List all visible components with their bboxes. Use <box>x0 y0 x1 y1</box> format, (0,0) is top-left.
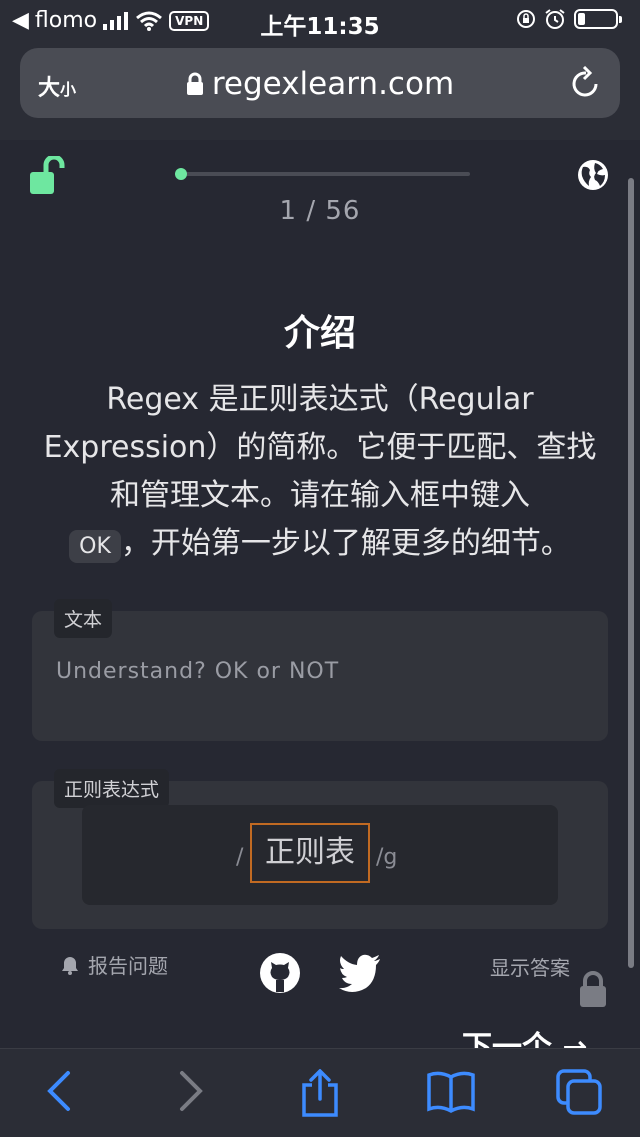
back-arrow-icon[interactable] <box>44 1069 74 1113</box>
regex-flags[interactable]: /g <box>376 845 397 870</box>
regex-editor[interactable]: / 正则表 /g <box>82 805 558 905</box>
lock-icon <box>580 971 606 1007</box>
rotation-lock-icon <box>517 10 535 28</box>
battery-icon <box>574 9 622 29</box>
reload-icon[interactable] <box>570 66 602 100</box>
report-issue-label: 报告问题 <box>88 954 168 978</box>
unlock-icon <box>30 156 65 194</box>
status-right <box>516 8 622 30</box>
progress-count: 1 / 56 <box>279 196 361 226</box>
bookmarks-icon[interactable] <box>426 1069 476 1113</box>
url-text: regexlearn.com <box>211 66 455 102</box>
secure-lock-icon <box>186 72 203 95</box>
lesson-title: 介绍 <box>283 313 356 354</box>
next-lesson-button[interactable]: 下一个 → <box>462 1028 588 1048</box>
lesson-footer: 报告问题 显示答案 <box>0 940 640 1020</box>
sample-text: Understand? OK or NOT <box>56 659 340 684</box>
report-issue-link[interactable]: 报告问题 <box>60 950 168 979</box>
regex-open-slash: / <box>236 845 244 870</box>
address-bar[interactable]: 大小 regexlearn.com <box>20 48 620 118</box>
description-text: Regex 是正则表达式（Regular Expression）的简称。它便于匹… <box>43 382 597 513</box>
forward-arrow-icon[interactable] <box>176 1069 206 1113</box>
regex-panel-label: 正则表达式 <box>54 769 170 808</box>
lesson-description: Regex 是正则表达式（Regular Expression）的简称。它便于匹… <box>40 376 600 571</box>
browser-top-bar: 大小 regexlearn.com <box>0 40 640 140</box>
text-panel-label: 文本 <box>54 599 113 638</box>
page-content: 1 / 56 介绍 Regex 是正则表达式（Regular Expressio… <box>0 140 640 1048</box>
globe-icon[interactable] <box>576 158 610 192</box>
regex-panel: 正则表达式 / 正则表 /g <box>32 769 608 929</box>
scrollbar[interactable] <box>628 178 634 968</box>
progress-indicator <box>175 168 188 180</box>
status-bar: ◀ flomo VPN 上午11:35 <box>0 0 640 40</box>
share-icon[interactable] <box>298 1069 342 1117</box>
code-keyword: OK <box>69 530 121 563</box>
tabs-icon[interactable] <box>556 1069 604 1115</box>
bell-icon <box>62 956 78 975</box>
description-text-end: ，开始第一步以了解更多的细节。 <box>120 526 571 561</box>
regex-input[interactable]: 正则表 <box>250 823 370 883</box>
github-icon[interactable] <box>259 952 301 994</box>
url-display[interactable]: regexlearn.com <box>20 66 620 102</box>
progress-bar <box>175 168 470 180</box>
twitter-icon[interactable] <box>338 954 382 992</box>
text-panel: 文本 Understand? OK or NOT <box>32 599 608 741</box>
show-answer-link[interactable]: 显示答案 <box>490 952 570 981</box>
browser-toolbar <box>0 1048 640 1137</box>
battery-level <box>578 13 585 25</box>
alarm-icon <box>545 9 565 29</box>
